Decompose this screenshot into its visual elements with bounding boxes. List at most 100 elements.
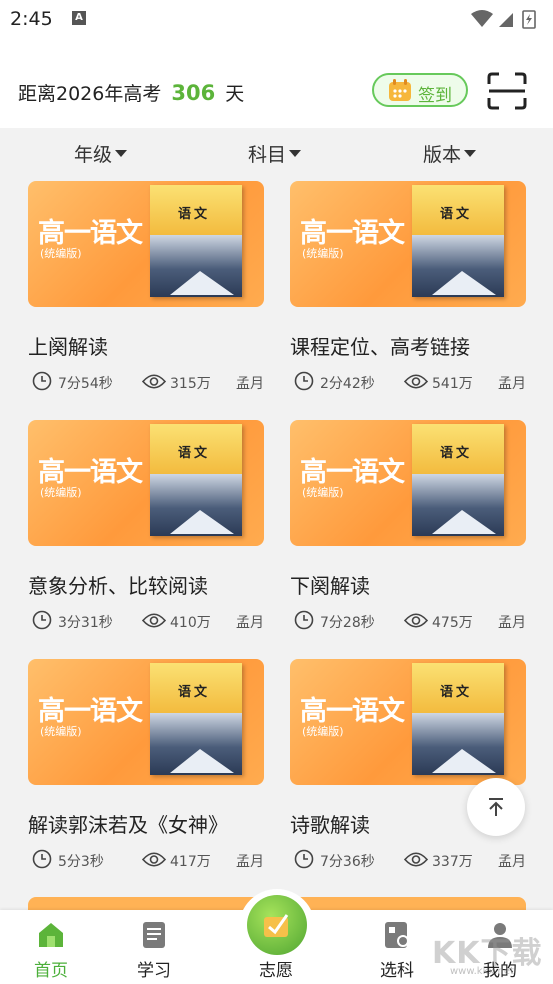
clock-icon	[32, 849, 52, 869]
filter-grade[interactable]: 年级	[74, 140, 128, 167]
eye-icon	[142, 374, 166, 389]
eye-icon	[404, 613, 428, 628]
textbook-title: 语文	[178, 446, 211, 461]
eye-icon	[142, 613, 166, 628]
lesson-title[interactable]: 下阕解读	[290, 570, 370, 599]
clock-icon	[32, 610, 52, 630]
nav-volunteer-label: 志愿	[259, 961, 293, 981]
countdown-suffix: 天	[225, 83, 245, 105]
eye-icon	[404, 374, 428, 389]
cover-subtitle: (统编版)	[302, 725, 344, 738]
lesson-cover-image[interactable]: 高一语文 (统编版) 语文	[28, 181, 264, 307]
card-cover-peek	[28, 897, 264, 911]
lesson-card[interactable]: 高一语文 (统编版) 语文解读郭沫若及《女神》 5分3秒 417万 孟月	[28, 659, 264, 879]
lesson-cover-image[interactable]: 高一语文 (统编版) 语文	[290, 420, 526, 546]
lesson-duration: 7分28秒	[320, 615, 375, 631]
filter-subject-label: 科目	[248, 144, 287, 166]
cover-subtitle: (统编版)	[302, 247, 344, 260]
exam-countdown: 距离2026年高考 306 天	[18, 79, 244, 106]
lesson-duration: 3分31秒	[58, 615, 113, 631]
textbook-title: 语文	[440, 446, 473, 461]
textbook-title: 语文	[440, 685, 473, 700]
eye-icon	[142, 852, 166, 867]
volunteer-center-button[interactable]	[247, 895, 307, 955]
textbook-image: 语文	[412, 663, 504, 775]
watermark-url: www.kkx.net	[450, 966, 514, 977]
lesson-duration: 2分42秒	[320, 376, 375, 392]
lesson-duration: 7分36秒	[320, 854, 375, 870]
caret-down-icon	[464, 150, 477, 157]
textbook-image: 语文	[150, 424, 242, 536]
lesson-card[interactable]: 高一语文 (统编版) 语文 下阕解读 7分28秒 475万 孟月	[290, 420, 526, 640]
cover-subtitle: (统编版)	[302, 486, 344, 499]
lesson-views: 475万	[432, 615, 473, 631]
lesson-duration: 5分3秒	[58, 854, 104, 870]
textbook-title: 语文	[440, 207, 473, 222]
nav-home[interactable]: 首页	[11, 910, 91, 984]
calendar-icon	[389, 79, 411, 101]
scan-icon[interactable]	[486, 71, 528, 111]
lesson-card[interactable]: 高一语文 (统编版) 语文 诗歌解读 7分36秒 337万 孟月	[290, 659, 526, 879]
filter-subject[interactable]: 科目	[248, 140, 302, 167]
caret-down-icon	[289, 150, 302, 157]
lesson-meta: 7分36秒 337万 孟月	[290, 849, 526, 873]
filter-edition[interactable]: 版本	[423, 140, 477, 167]
study-icon	[143, 922, 165, 948]
lesson-meta: 5分3秒 417万 孟月	[28, 849, 264, 873]
clock-icon	[294, 610, 314, 630]
lesson-author: 孟月	[236, 376, 264, 392]
textbook-image: 语文	[412, 424, 504, 536]
lesson-author: 孟月	[498, 376, 526, 392]
textbook-title: 语文	[178, 207, 211, 222]
filter-bar: 年级 科目 版本	[0, 128, 553, 174]
countdown-days: 306	[171, 81, 216, 105]
lesson-cover-image[interactable]: 高一语文 (统编版) 语文	[28, 659, 264, 785]
textbook-title: 语文	[178, 685, 211, 700]
clock-icon	[32, 371, 52, 391]
lesson-author: 孟月	[498, 615, 526, 631]
home-icon	[39, 923, 63, 947]
lesson-author: 孟月	[236, 854, 264, 870]
clock-icon	[294, 371, 314, 391]
lesson-meta: 2分42秒 541万 孟月	[290, 371, 526, 395]
lesson-views: 541万	[432, 376, 473, 392]
arrow-up-icon	[489, 798, 503, 816]
eye-icon	[404, 852, 428, 867]
lesson-meta: 3分31秒 410万 孟月	[28, 610, 264, 634]
card-cover-peek	[290, 897, 526, 911]
back-to-top-button[interactable]	[467, 778, 525, 836]
caret-down-icon	[115, 150, 128, 157]
notification-a-icon: A	[72, 11, 86, 25]
lesson-views: 410万	[170, 615, 211, 631]
cover-subtitle: (统编版)	[40, 247, 82, 260]
lesson-views: 417万	[170, 854, 211, 870]
lesson-title[interactable]: 诗歌解读	[290, 809, 370, 838]
checkin-button[interactable]: 签到	[372, 73, 468, 107]
textbook-image: 语文	[150, 663, 242, 775]
nav-home-label: 首页	[34, 961, 68, 981]
status-bar: 2:45 A	[0, 0, 553, 40]
lesson-author: 孟月	[236, 615, 264, 631]
nav-study[interactable]: 学习	[114, 910, 194, 984]
filter-grade-label: 年级	[74, 144, 113, 166]
nav-study-label: 学习	[137, 961, 171, 981]
textbook-image: 语文	[412, 185, 504, 297]
status-time: 2:45	[10, 8, 53, 30]
lesson-views: 315万	[170, 376, 211, 392]
lesson-cover-image[interactable]: 高一语文 (统编版) 语文	[290, 181, 526, 307]
lesson-meta: 7分28秒 475万 孟月	[290, 610, 526, 634]
lesson-title[interactable]: 课程定位、高考链接	[290, 331, 470, 360]
lesson-title[interactable]: 解读郭沫若及《女神》	[28, 809, 228, 838]
signal-battery-icon	[471, 10, 536, 29]
lesson-duration: 7分54秒	[58, 376, 113, 392]
nav-subject-select[interactable]: 选科	[357, 910, 437, 984]
lesson-card[interactable]: 高一语文 (统编版) 语文 课程定位、高考链接 2分42秒 541万 孟月	[290, 181, 526, 401]
lesson-cover-image[interactable]: 高一语文 (统编版) 语文	[28, 420, 264, 546]
lesson-cover-image[interactable]: 高一语文 (统编版) 语文	[290, 659, 526, 785]
volunteer-icon	[264, 914, 289, 937]
lesson-card[interactable]: 高一语文 (统编版) 语文意象分析、比较阅读 3分31秒 410万 孟月	[28, 420, 264, 640]
lesson-title[interactable]: 上阕解读	[28, 331, 108, 360]
lesson-title[interactable]: 意象分析、比较阅读	[28, 570, 208, 599]
lesson-card[interactable]: 高一语文 (统编版) 语文 上阕解读 7分54秒 315万 孟月	[28, 181, 264, 401]
lesson-views: 337万	[432, 854, 473, 870]
